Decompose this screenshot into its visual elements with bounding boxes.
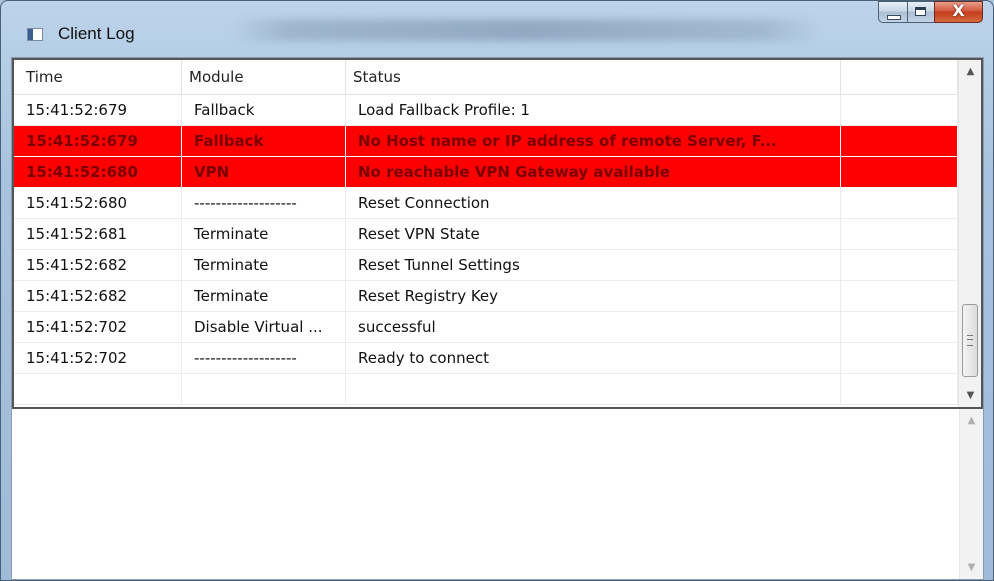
app-window-icon[interactable]: [27, 28, 43, 41]
caption-buttons: X: [878, 1, 983, 37]
column-header-extra[interactable]: [841, 60, 958, 94]
cell-time: 15:41:52:702: [14, 312, 182, 343]
cell-module: [182, 374, 346, 405]
cell-time: [14, 374, 182, 405]
close-icon: X: [952, 1, 965, 20]
log-table-header: Time Module Status: [14, 60, 958, 95]
cell-time: 15:41:52:679: [14, 95, 182, 126]
cell-time: 15:41:52:681: [14, 219, 182, 250]
cell-status: Reset Registry Key: [346, 281, 841, 312]
column-header-module[interactable]: Module: [182, 60, 346, 94]
scrollbar-thumb[interactable]: [962, 304, 978, 377]
cell-extra: [841, 250, 958, 281]
scroll-down-arrow-icon[interactable]: ▼: [960, 556, 983, 579]
scroll-up-arrow-icon[interactable]: ▲: [959, 60, 981, 83]
cell-module: -------------------: [182, 343, 346, 374]
log-table[interactable]: Time Module Status 15:41:52:679 Fallback L…: [14, 60, 958, 407]
table-row[interactable]: 15:41:52:681 Terminate Reset VPN State: [14, 219, 958, 250]
table-row[interactable]: 15:41:52:680 ------------------- Reset Con…: [14, 188, 958, 219]
minimize-button[interactable]: [878, 1, 907, 23]
cell-status: Ready to connect: [346, 343, 841, 374]
table-row[interactable]: [14, 374, 958, 405]
detail-pane-scrollbar[interactable]: ▲ ▼: [959, 409, 983, 579]
cell-status: Reset Connection: [346, 188, 841, 219]
cell-extra: [841, 126, 958, 157]
cell-status: successful: [346, 312, 841, 343]
cell-status: Reset VPN State: [346, 219, 841, 250]
table-row[interactable]: 15:41:52:682 Terminate Reset Registry Key: [14, 281, 958, 312]
cell-module: Terminate: [182, 281, 346, 312]
client-area: Time Module Status 15:41:52:679 Fallback L…: [11, 57, 984, 580]
cell-time: 15:41:52:680: [14, 188, 182, 219]
window-title: Client Log: [58, 24, 135, 43]
column-header-time[interactable]: Time: [14, 60, 182, 94]
cell-module: -------------------: [182, 188, 346, 219]
scrollbar-grip-icon: [967, 335, 973, 346]
cell-time: 15:41:52:682: [14, 250, 182, 281]
close-button[interactable]: X: [934, 1, 983, 23]
maximize-button[interactable]: [907, 1, 934, 23]
cell-extra: [841, 281, 958, 312]
minimize-icon: [887, 15, 901, 20]
cell-time: 15:41:52:679: [14, 126, 182, 157]
table-row[interactable]: 15:41:52:702 ------------------- Ready to …: [14, 343, 958, 374]
blurred-background-text: [231, 19, 821, 41]
cell-extra: [841, 188, 958, 219]
cell-status: No reachable VPN Gateway available: [346, 157, 841, 188]
cell-module: Fallback: [182, 126, 346, 157]
column-header-status[interactable]: Status: [346, 60, 841, 94]
cell-status: [346, 374, 841, 405]
cell-extra: [841, 343, 958, 374]
cell-module: Terminate: [182, 250, 346, 281]
cell-module: Terminate: [182, 219, 346, 250]
table-row[interactable]: 15:41:52:682 Terminate Reset Tunnel Settin…: [14, 250, 958, 281]
log-list-pane: Time Module Status 15:41:52:679 Fallback L…: [12, 58, 983, 409]
cell-extra: [841, 312, 958, 343]
cell-module: Disable Virtual ...: [182, 312, 346, 343]
maximize-icon: [915, 7, 926, 16]
log-list-scrollbar[interactable]: ▲ ▼: [958, 60, 981, 407]
cell-status: No Host name or IP address of remote Ser…: [346, 126, 841, 157]
cell-extra: [841, 157, 958, 188]
cell-extra: [841, 219, 958, 250]
cell-status: Load Fallback Profile: 1: [346, 95, 841, 126]
cell-time: 15:41:52:702: [14, 343, 182, 374]
cell-time: 15:41:52:682: [14, 281, 182, 312]
cell-module: Fallback: [182, 95, 346, 126]
table-row[interactable]: 15:41:52:702 Disable Virtual ... successfu…: [14, 312, 958, 343]
cell-extra: [841, 374, 958, 405]
detail-pane[interactable]: ▲ ▼: [12, 409, 983, 579]
table-row-error[interactable]: 15:41:52:679 Fallback No Host name or IP a…: [14, 126, 958, 157]
cell-status: Reset Tunnel Settings: [346, 250, 841, 281]
table-row[interactable]: 15:41:52:679 Fallback Load Fallback Profil…: [14, 95, 958, 126]
table-row-error[interactable]: 15:41:52:680 VPN No reachable VPN Gateway …: [14, 157, 958, 188]
cell-extra: [841, 95, 958, 126]
cell-module: VPN: [182, 157, 346, 188]
scroll-down-arrow-icon[interactable]: ▼: [959, 384, 981, 407]
title-bar[interactable]: Client Log X: [1, 1, 993, 57]
client-log-window: Client Log X Time Module Status 15:41:52…: [0, 0, 994, 581]
scroll-up-arrow-icon[interactable]: ▲: [960, 409, 983, 432]
cell-time: 15:41:52:680: [14, 157, 182, 188]
